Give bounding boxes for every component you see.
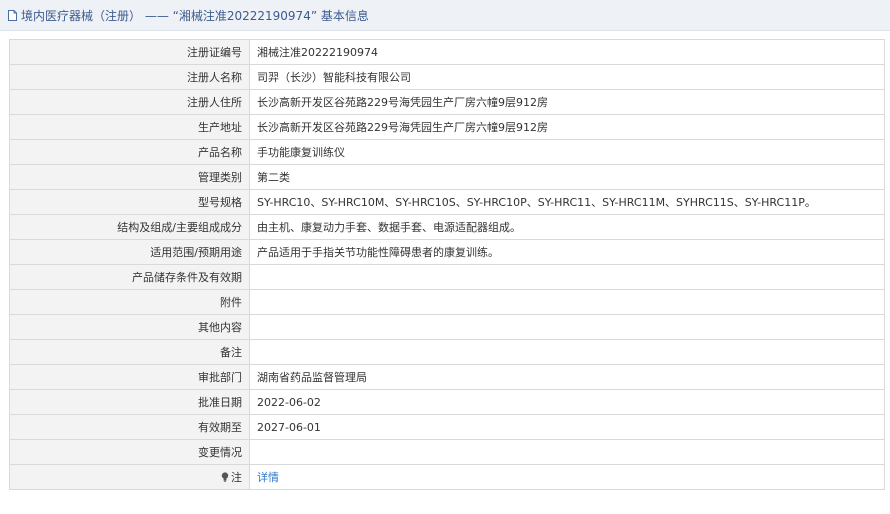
field-label: 注册人名称 (9, 64, 250, 90)
field-value: 产品适用于手指关节功能性障碍患者的康复训练。 (249, 239, 885, 265)
info-table: 注册证编号 湘械注准20222190974 注册人名称 司羿（长沙）智能科技有限公司注… (9, 39, 885, 490)
field-value: 湖南省药品监督管理局 (249, 364, 885, 390)
field-value (249, 314, 885, 340)
table-row: 产品名称 手功能康复训练仪 (9, 139, 885, 165)
field-label: 变更情况 (9, 439, 250, 465)
field-value: 由主机、康复动力手套、数据手套、电源适配器组成。 (249, 214, 885, 240)
document-icon (8, 9, 17, 21)
field-label: 产品名称 (9, 139, 250, 165)
table-row: 产品储存条件及有效期 (9, 264, 885, 290)
info-table-footer: 注 详情 (9, 464, 885, 490)
details-link[interactable]: 详情 (257, 471, 279, 484)
field-value: 2022-06-02 (249, 389, 885, 415)
note-label: 注 (221, 469, 242, 485)
field-label: 其他内容 (9, 314, 250, 340)
lightbulb-icon (221, 472, 229, 482)
field-value (249, 439, 885, 465)
table-row: 管理类别 第二类 (9, 164, 885, 190)
field-label: 批准日期 (9, 389, 250, 415)
field-label: 适用范围/预期用途 (9, 239, 250, 265)
field-value: 2027-06-01 (249, 414, 885, 440)
page-title: 境内医疗器械（注册） —— “湘械注准20222190974” 基本信息 (21, 8, 369, 23)
table-row: 注册证编号 湘械注准20222190974 (9, 39, 885, 65)
field-label: 型号规格 (9, 189, 250, 215)
field-value: SY-HRC10、SY-HRC10M、SY-HRC10S、SY-HRC10P、S… (249, 189, 885, 215)
note-value-cell: 详情 (249, 464, 885, 490)
field-label: 附件 (9, 289, 250, 315)
field-label: 审批部门 (9, 364, 250, 390)
field-label: 管理类别 (9, 164, 250, 190)
field-label: 注册证编号 (9, 39, 250, 65)
field-label: 产品储存条件及有效期 (9, 264, 250, 290)
field-label: 生产地址 (9, 114, 250, 140)
table-row-note: 注 详情 (9, 464, 885, 490)
table-row: 适用范围/预期用途 产品适用于手指关节功能性障碍患者的康复训练。 (9, 239, 885, 265)
note-label-cell: 注 (9, 464, 250, 490)
field-label: 备注 (9, 339, 250, 365)
note-label-text: 注 (231, 471, 242, 484)
table-row: 注册人住所 长沙高新开发区谷苑路229号海凭园生产厂房六幢9层912房 (9, 89, 885, 115)
info-table-body: 注册证编号 湘械注准20222190974 注册人名称 司羿（长沙）智能科技有限公司注… (9, 39, 885, 465)
table-row: 其他内容 (9, 314, 885, 340)
table-row: 备注 (9, 339, 885, 365)
table-row: 变更情况 (9, 439, 885, 465)
field-label: 结构及组成/主要组成成分 (9, 214, 250, 240)
table-row: 结构及组成/主要组成成分 由主机、康复动力手套、数据手套、电源适配器组成。 (9, 214, 885, 240)
field-label: 注册人住所 (9, 89, 250, 115)
field-value (249, 289, 885, 315)
field-value: 第二类 (249, 164, 885, 190)
field-value: 手功能康复训练仪 (249, 139, 885, 165)
field-value: 湘械注准20222190974 (249, 39, 885, 65)
field-value (249, 339, 885, 365)
table-row: 有效期至 2027-06-01 (9, 414, 885, 440)
table-row: 审批部门 湖南省药品监督管理局 (9, 364, 885, 390)
field-value: 司羿（长沙）智能科技有限公司 (249, 64, 885, 90)
field-value (249, 264, 885, 290)
field-value: 长沙高新开发区谷苑路229号海凭园生产厂房六幢9层912房 (249, 89, 885, 115)
table-row: 批准日期 2022-06-02 (9, 389, 885, 415)
table-row: 附件 (9, 289, 885, 315)
field-value: 长沙高新开发区谷苑路229号海凭园生产厂房六幢9层912房 (249, 114, 885, 140)
table-row: 生产地址 长沙高新开发区谷苑路229号海凭园生产厂房六幢9层912房 (9, 114, 885, 140)
table-row: 注册人名称 司羿（长沙）智能科技有限公司 (9, 64, 885, 90)
table-row: 型号规格 SY-HRC10、SY-HRC10M、SY-HRC10S、SY-HRC1… (9, 189, 885, 215)
info-table-container: 注册证编号 湘械注准20222190974 注册人名称 司羿（长沙）智能科技有限公司注… (9, 39, 885, 490)
field-label: 有效期至 (9, 414, 250, 440)
page-header: 境内医疗器械（注册） —— “湘械注准20222190974” 基本信息 (0, 0, 890, 31)
